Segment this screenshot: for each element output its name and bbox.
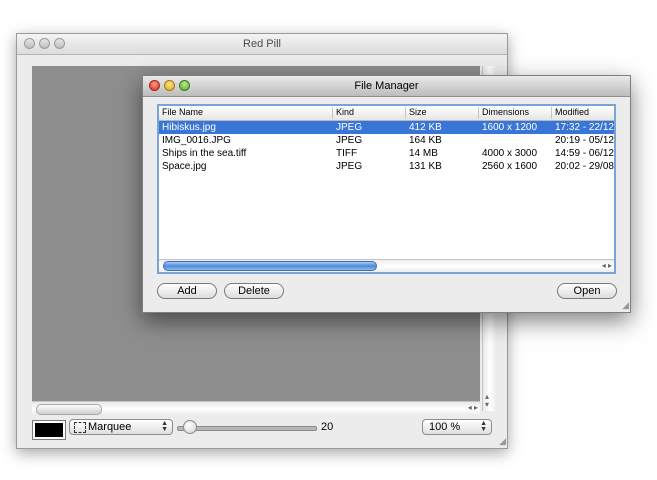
table-row[interactable]: Ships in the sea.tiff TIFF 14 MB 4000 x …: [159, 147, 614, 160]
add-button[interactable]: Add: [157, 283, 217, 299]
cell-kind: TIFF: [336, 148, 358, 159]
file-table[interactable]: File Name Kind Size Dimensions Modified …: [157, 104, 616, 274]
cell-modified: 20:02 - 29/08: [555, 161, 614, 172]
column-header-kind[interactable]: Kind: [333, 107, 406, 119]
brush-size-slider-knob[interactable]: [183, 420, 198, 434]
color-well[interactable]: [32, 420, 66, 440]
tool-popup[interactable]: Marquee ▲ ▼: [69, 419, 173, 435]
delete-button[interactable]: Delete: [224, 283, 284, 299]
column-header-file-name[interactable]: File Name: [159, 107, 333, 119]
cell-size: 164 KB: [409, 135, 442, 146]
window-title: File Manager: [354, 80, 419, 92]
column-header-dimensions[interactable]: Dimensions: [479, 107, 552, 119]
zoom-label: 100 %: [429, 421, 461, 433]
cell-file-name: Ships in the sea.tiff: [162, 148, 247, 159]
table-row[interactable]: IMG_0016.JPG JPEG 164 KB 20:19 - 05/12: [159, 134, 614, 147]
popup-arrows-icon: ▲ ▼: [480, 420, 487, 433]
marquee-icon: [74, 422, 86, 433]
cell-kind: JPEG: [336, 122, 363, 133]
cell-modified: 14:59 - 06/12: [555, 148, 614, 159]
color-swatch: [35, 423, 63, 437]
cell-dimensions: 1600 x 1200: [482, 122, 538, 133]
table-row[interactable]: Space.jpg JPEG 131 KB 2560 x 1600 20:02 …: [159, 160, 614, 173]
cell-size: 131 KB: [409, 161, 442, 172]
column-header-modified[interactable]: Modified: [552, 107, 614, 119]
scroll-thumb[interactable]: [163, 261, 377, 271]
cell-dimensions: 2560 x 1600: [482, 161, 538, 172]
horizontal-scrollbar[interactable]: ◂ ▸: [32, 401, 480, 416]
cell-kind: JPEG: [336, 161, 363, 172]
scroll-arrows-icon[interactable]: ▴ ▾: [485, 393, 489, 409]
cell-modified: 20:19 - 05/12: [555, 135, 614, 146]
file-manager-window: File Manager File Name Kind Size Dimensi…: [142, 75, 631, 313]
table-header: File Name Kind Size Dimensions Modified: [159, 106, 614, 121]
file-manager-titlebar[interactable]: File Manager: [143, 76, 630, 97]
brush-size-slider-track[interactable]: [177, 426, 317, 431]
table-horizontal-scrollbar[interactable]: ◂ ▸: [159, 259, 614, 272]
cell-size: 14 MB: [409, 148, 438, 159]
popup-arrows-icon: ▲ ▼: [161, 420, 168, 433]
cell-file-name: Hibiskus.jpg: [162, 122, 216, 133]
tool-label: Marquee: [88, 421, 132, 433]
brush-size-value: 20: [321, 421, 334, 433]
scroll-arrows-icon[interactable]: ◂ ▸: [602, 261, 612, 270]
scroll-thumb[interactable]: [36, 404, 102, 415]
cell-dimensions: 4000 x 3000: [482, 148, 538, 159]
cell-kind: JPEG: [336, 135, 363, 146]
resize-grip-icon[interactable]: ◢: [622, 300, 629, 311]
table-row[interactable]: Hibiskus.jpg JPEG 412 KB 1600 x 1200 17:…: [159, 121, 614, 134]
cell-file-name: IMG_0016.JPG: [162, 135, 231, 146]
scroll-arrows-icon[interactable]: ◂ ▸: [468, 403, 478, 412]
cell-size: 412 KB: [409, 122, 442, 133]
column-header-size[interactable]: Size: [406, 107, 479, 119]
resize-grip-icon[interactable]: ◢: [499, 436, 506, 447]
red-pill-titlebar[interactable]: Red Pill: [17, 34, 507, 55]
window-title: Red Pill: [243, 38, 281, 50]
zoom-popup[interactable]: 100 % ▲ ▼: [422, 419, 492, 435]
cell-modified: 17:32 - 22/12: [555, 122, 614, 133]
cell-file-name: Space.jpg: [162, 161, 207, 172]
open-button[interactable]: Open: [557, 283, 617, 299]
